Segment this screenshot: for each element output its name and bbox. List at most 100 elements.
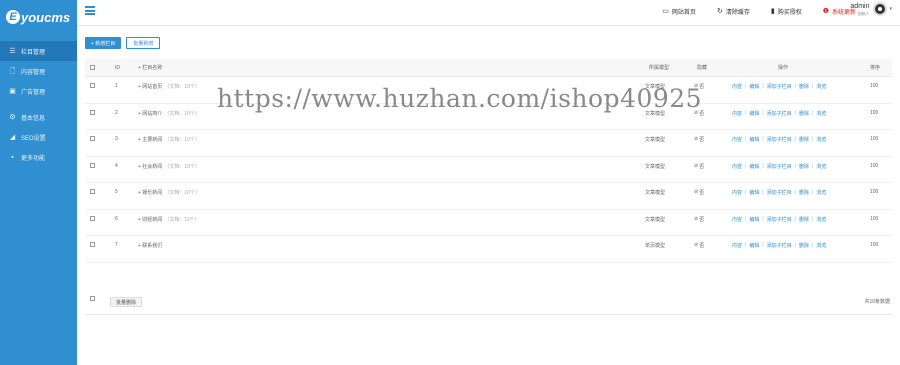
- column-name[interactable]: + 娱乐新闻: [138, 189, 162, 196]
- op-link-4[interactable]: 浏览: [816, 216, 826, 223]
- row-model: 单页模型: [645, 243, 666, 249]
- op-link-4[interactable]: 浏览: [816, 136, 826, 143]
- op-link-2[interactable]: 添加子栏目: [767, 110, 792, 117]
- op-link-1[interactable]: 编辑: [749, 216, 759, 223]
- table-row: 6 + 财经新闻 （文档：11个） 文章模型 ⊘ 否内容 | 编辑 | 添加子栏目 | 删除 | 浏览 10…: [85, 210, 892, 236]
- sidebar-item-5[interactable]: ▪ 更多功能: [0, 147, 77, 167]
- row-checkbox[interactable]: [90, 215, 95, 221]
- row-ops: 内容 | 编辑 | 添加子栏目 | 删除 | 浏览: [732, 104, 826, 130]
- sidebar-item-2[interactable]: ▣ 广告管理: [0, 81, 77, 101]
- op-separator: |: [762, 136, 764, 142]
- column-name[interactable]: + 财经新闻: [138, 216, 162, 223]
- column-name[interactable]: + 主要新闻: [138, 136, 162, 143]
- op-link-0[interactable]: 内容: [732, 242, 742, 249]
- row-sort[interactable]: 100: [870, 157, 878, 183]
- menu-toggle-icon[interactable]: [85, 6, 95, 15]
- logo[interactable]: E youcms: [0, 0, 77, 34]
- column-doc-count: （文档：10个）: [164, 137, 200, 143]
- row-sort[interactable]: 100: [870, 130, 878, 156]
- op-separator: |: [794, 162, 796, 169]
- sidebar-item-label: 更多功能: [21, 155, 46, 162]
- row-checkbox[interactable]: [90, 162, 95, 168]
- op-link-3[interactable]: 删除: [799, 189, 809, 196]
- op-link-3[interactable]: 删除: [799, 163, 809, 170]
- column-name[interactable]: + 联系我们: [138, 242, 162, 249]
- op-link-1[interactable]: 编辑: [749, 242, 759, 249]
- row-sort[interactable]: 100: [870, 210, 878, 236]
- sidebar-item-0[interactable]: ☰ 栏目管理: [0, 41, 77, 61]
- add-column-button[interactable]: + 新增栏目: [85, 37, 122, 49]
- batch-delete-button[interactable]: 批量删除: [110, 297, 143, 307]
- op-link-3[interactable]: 删除: [799, 242, 809, 249]
- op-link-2[interactable]: 添加子栏目: [767, 189, 792, 196]
- user-menu[interactable]: admin 创始人 ▾: [850, 2, 892, 16]
- op-link-1[interactable]: 编辑: [749, 189, 759, 196]
- op-link-0[interactable]: 内容: [732, 83, 742, 90]
- row-sort[interactable]: 100: [870, 104, 878, 130]
- op-link-2[interactable]: 添加子栏目: [767, 163, 792, 170]
- op-link-2[interactable]: 添加子栏目: [767, 83, 792, 90]
- row-hidden[interactable]: ⊘ 否: [694, 77, 704, 103]
- row-sort[interactable]: 100: [870, 77, 878, 103]
- op-link-3[interactable]: 删除: [799, 110, 809, 117]
- top-link-1[interactable]: ↻ 清除缓存: [717, 7, 750, 16]
- send-icon: ◢: [9, 133, 16, 141]
- row-checkbox[interactable]: [90, 109, 95, 115]
- row-sort[interactable]: 100: [870, 236, 878, 262]
- row-checkbox[interactable]: [90, 189, 95, 194]
- op-link-0[interactable]: 内容: [732, 136, 742, 143]
- sort-value: 100: [870, 189, 879, 195]
- batch-add-button[interactable]: 批量新增: [126, 37, 161, 49]
- row-hidden[interactable]: ⊘ 否: [694, 210, 704, 236]
- op-link-1[interactable]: 编辑: [749, 83, 759, 90]
- table-row: 7 + 联系我们 单页模型 ⊘ 否内容 | 编辑 | 添加子栏目 | 删除 | 浏览 100: [85, 236, 892, 263]
- op-link-1[interactable]: 编辑: [749, 110, 759, 117]
- row-hidden[interactable]: ⊘ 否: [694, 236, 704, 262]
- column-name[interactable]: + 网站首页: [138, 83, 162, 90]
- chevron-down-icon[interactable]: ▾: [889, 6, 892, 12]
- row-checkbox[interactable]: [90, 83, 95, 88]
- sidebar-item-1[interactable]: 🗋 内容管理: [0, 61, 77, 81]
- footer-select-all-checkbox[interactable]: [90, 296, 95, 301]
- row-checkbox[interactable]: [90, 136, 95, 141]
- table-footer: 批量删除 共10条数据: [85, 290, 892, 315]
- row-hidden[interactable]: ⊘ 否: [694, 104, 704, 130]
- op-link-3[interactable]: 删除: [799, 136, 809, 143]
- op-link-4[interactable]: 浏览: [816, 83, 826, 90]
- sidebar-item-3[interactable]: ⚙ 基本信息: [0, 107, 77, 127]
- op-link-2[interactable]: 添加子栏目: [767, 136, 792, 143]
- user-name: admin: [850, 2, 870, 10]
- top-link-2[interactable]: ▮ 购买授权: [771, 7, 802, 16]
- op-link-2[interactable]: 添加子栏目: [767, 216, 792, 223]
- op-link-0[interactable]: 内容: [732, 110, 742, 117]
- avatar[interactable]: [873, 2, 888, 16]
- column-doc-count: （文档：10个）: [164, 110, 200, 117]
- row-hidden[interactable]: ⊘ 否: [694, 130, 704, 156]
- select-all-checkbox[interactable]: [90, 65, 95, 70]
- header-sort[interactable]: 排序: [870, 59, 880, 76]
- row-hidden[interactable]: ⊘ 否: [694, 157, 704, 183]
- row-sort[interactable]: 100: [870, 183, 878, 209]
- op-separator: |: [745, 242, 747, 248]
- op-link-0[interactable]: 内容: [732, 189, 742, 196]
- row-model: 文章模型: [645, 110, 666, 117]
- sidebar-item-4[interactable]: ◢ SEO设置: [0, 127, 77, 147]
- sidebar: E youcms ☰ 栏目管理 🗋 内容管理 ▣ 广告管理 ⚙ 基本信息 ◢ SEO设置 ▪ 更多功能: [0, 0, 77, 365]
- op-link-4[interactable]: 浏览: [816, 163, 826, 170]
- top-link-0[interactable]: ▭ 网站首页: [662, 7, 696, 16]
- column-name[interactable]: + 社会新闻: [138, 163, 162, 170]
- row-checkbox[interactable]: [90, 242, 95, 247]
- op-link-3[interactable]: 删除: [799, 216, 809, 223]
- column-name[interactable]: + 网站简介: [138, 110, 162, 117]
- op-link-4[interactable]: 浏览: [816, 242, 826, 249]
- op-link-1[interactable]: 编辑: [749, 136, 759, 143]
- op-link-0[interactable]: 内容: [732, 216, 742, 223]
- op-link-0[interactable]: 内容: [732, 163, 742, 170]
- op-link-2[interactable]: 添加子栏目: [767, 242, 792, 249]
- row-model: 文章模型: [645, 84, 666, 90]
- op-link-4[interactable]: 浏览: [816, 189, 826, 196]
- op-link-1[interactable]: 编辑: [749, 163, 759, 170]
- op-link-3[interactable]: 删除: [799, 83, 809, 90]
- row-hidden[interactable]: ⊘ 否: [694, 183, 704, 209]
- op-link-4[interactable]: 浏览: [816, 110, 826, 117]
